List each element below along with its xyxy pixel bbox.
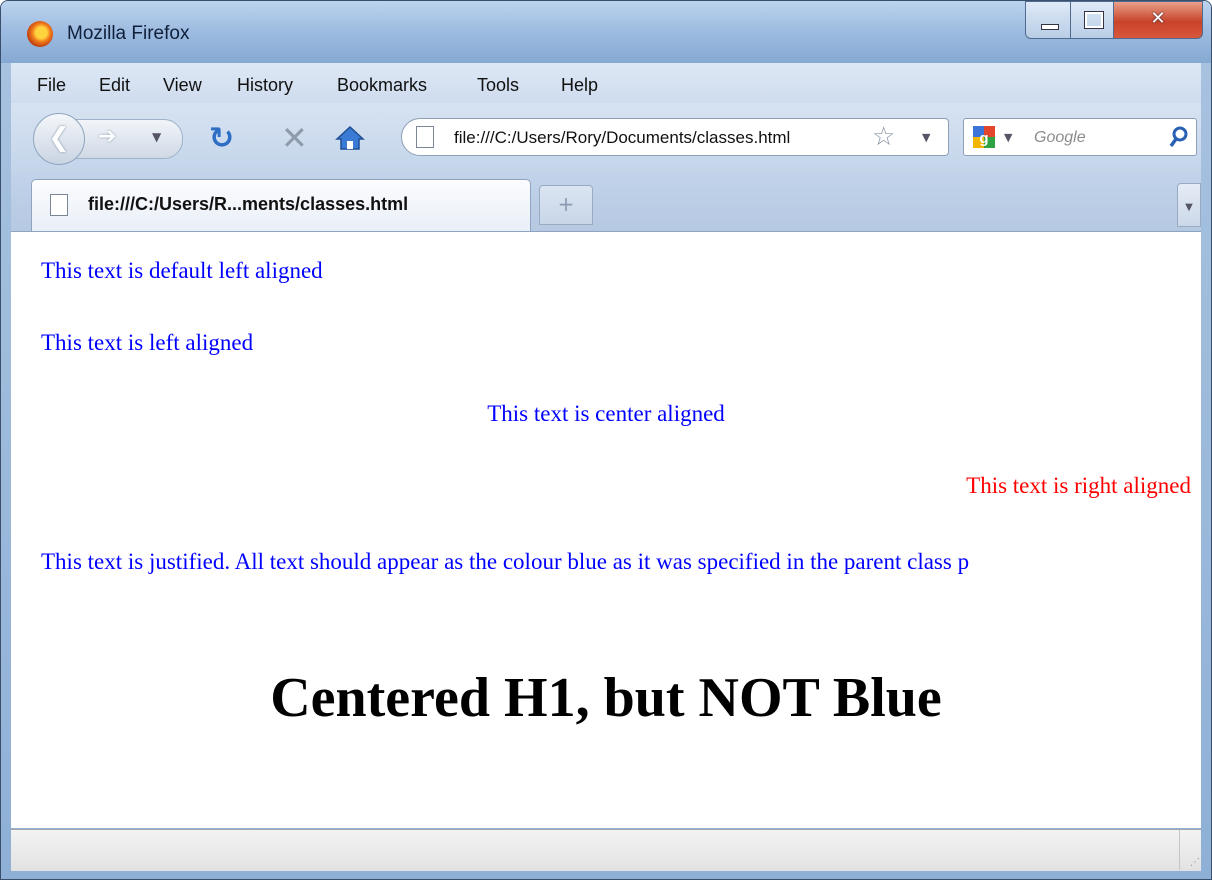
menu-edit[interactable]: Edit [99, 75, 130, 96]
plus-icon: + [557, 192, 575, 216]
page-content: This text is default left aligned This t… [11, 232, 1201, 828]
grip-icon: ⋰ [1190, 857, 1200, 868]
resize-grip[interactable]: ⋰ [1179, 830, 1202, 870]
svg-text:g: g [979, 130, 988, 147]
search-bar[interactable]: g ▼ Google [963, 118, 1197, 156]
menu-tools[interactable]: Tools [477, 75, 519, 96]
address-bar[interactable]: file:///C:/Users/Rory/Documents/classes.… [401, 118, 949, 156]
minimize-icon [1041, 24, 1059, 30]
list-all-tabs-button[interactable]: ▼ [1177, 183, 1201, 227]
stop-icon[interactable]: ✕ [281, 119, 308, 157]
browser-window: Mozilla Firefox ✕ File Edit View History… [0, 0, 1212, 880]
forward-arrow-icon: ➔ [98, 124, 117, 149]
menu-history[interactable]: History [237, 75, 293, 96]
navigation-toolbar: ➔ ▼ ❮ ↻ ✕ file:///C:/Users/Rory/Document… [11, 103, 1201, 171]
close-icon: ✕ [1150, 8, 1166, 29]
close-button[interactable]: ✕ [1113, 1, 1203, 39]
url-text[interactable]: file:///C:/Users/Rory/Documents/classes.… [454, 128, 864, 148]
forward-button[interactable]: ➔ ▼ [75, 119, 183, 159]
new-tab-button[interactable]: + [539, 185, 593, 225]
window-title: Mozilla Firefox [67, 23, 190, 44]
page-icon [416, 126, 434, 148]
paragraph-right: This text is right aligned [966, 473, 1191, 498]
tab-strip: file:///C:/Users/R...ments/classes.html … [11, 171, 1201, 232]
page-heading: Centered H1, but NOT Blue [270, 667, 942, 729]
status-bar: ⋰ [11, 829, 1201, 871]
paragraph-default-left: This text is default left aligned [41, 258, 323, 283]
firefox-logo-icon [27, 21, 53, 47]
search-engine-dropdown-icon[interactable]: ▼ [1004, 131, 1012, 144]
tab-title: file:///C:/Users/R...ments/classes.html [88, 194, 409, 214]
title-bar: Mozilla Firefox ✕ [1, 1, 1211, 63]
home-icon[interactable] [335, 125, 365, 151]
back-button[interactable]: ❮ [33, 113, 85, 165]
bookmark-star-icon[interactable]: ☆ [872, 122, 895, 152]
menu-file[interactable]: File [37, 75, 66, 96]
paragraph-justified: This text is justified. All text should … [41, 549, 970, 574]
tab-classes[interactable]: file:///C:/Users/R...ments/classes.html [31, 179, 531, 231]
paragraph-center: This text is center aligned [487, 401, 725, 426]
menu-view[interactable]: View [163, 75, 202, 96]
back-arrow-icon: ❮ [48, 123, 70, 153]
google-icon[interactable]: g [972, 125, 996, 149]
search-icon[interactable] [1168, 125, 1190, 149]
minimize-button[interactable] [1025, 1, 1071, 39]
paragraph-left: This text is left aligned [41, 330, 254, 355]
history-dropdown-icon[interactable]: ▼ [152, 130, 161, 144]
page-icon [50, 194, 68, 216]
reload-icon[interactable]: ↻ [209, 121, 234, 156]
menu-bar: File Edit View History Bookmarks Tools H… [11, 63, 1201, 103]
maximize-button[interactable] [1070, 1, 1114, 39]
url-dropdown-icon[interactable]: ▼ [922, 131, 930, 144]
maximize-icon [1084, 11, 1104, 29]
chevron-down-icon: ▼ [1185, 202, 1193, 213]
menu-bookmarks[interactable]: Bookmarks [337, 75, 427, 96]
search-input[interactable]: Google [1034, 129, 1086, 147]
menu-help[interactable]: Help [561, 75, 598, 96]
